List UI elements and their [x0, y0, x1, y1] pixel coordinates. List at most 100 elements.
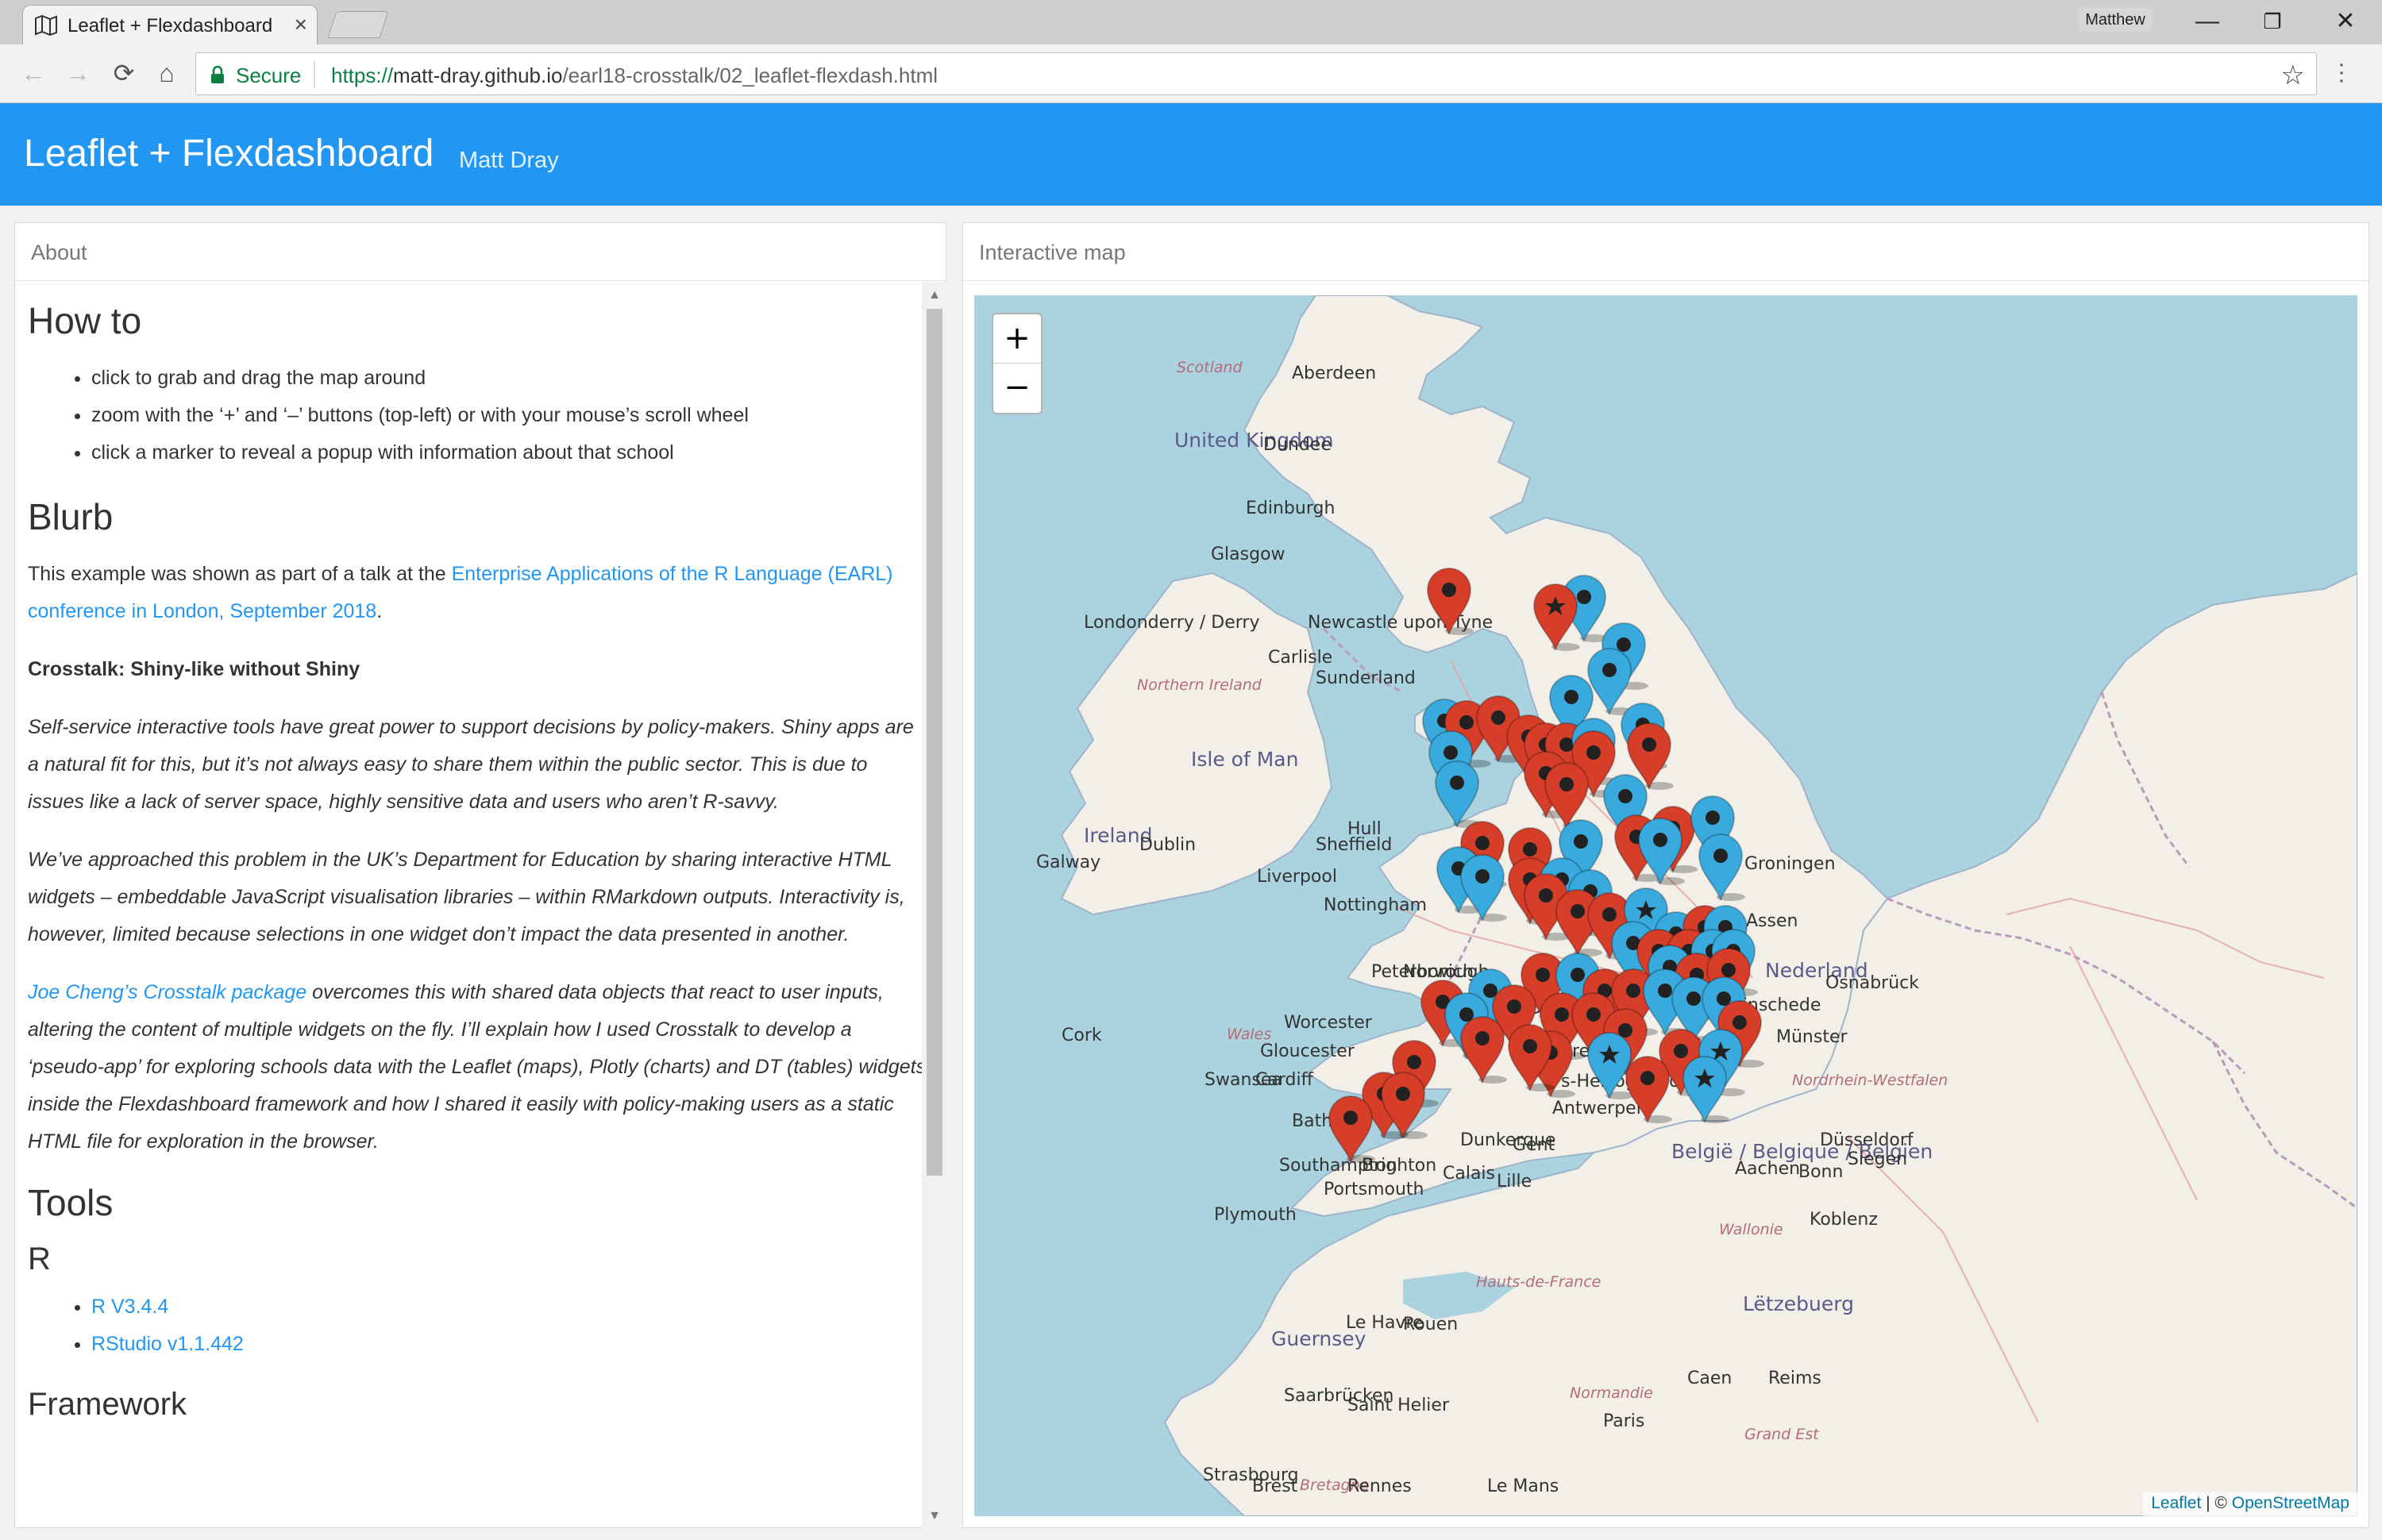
- blurb-heading: Blurb: [28, 496, 114, 537]
- dashboard-author: Matt Dray: [459, 148, 559, 173]
- about-scrollbar[interactable]: ▲ ▼: [922, 282, 947, 1528]
- window-close-icon[interactable]: ✕: [2314, 3, 2377, 40]
- school-marker-blue[interactable]: [1458, 853, 1507, 922]
- map-place-label: Dundee: [1263, 435, 1332, 455]
- home-icon[interactable]: ⌂: [149, 56, 184, 90]
- blurb-paragraph-text: overcomes this with shared data objects …: [28, 981, 927, 1153]
- zoom-out-button[interactable]: −: [993, 364, 1041, 413]
- blurb-intro-text: This example was shown as part of a talk…: [28, 563, 452, 585]
- zoom-in-button[interactable]: +: [993, 314, 1041, 364]
- about-panel: About How to click to grab and drag the …: [14, 222, 947, 1528]
- school-marker-red[interactable]: [1458, 1014, 1507, 1084]
- map-place-label: Edinburgh: [1246, 499, 1336, 518]
- about-panel-title: About: [31, 241, 87, 264]
- url-input[interactable]: Secure https://matt-dray.github.io/earl1…: [195, 52, 2317, 95]
- howto-list: click to grab and drag the map around zo…: [91, 360, 927, 472]
- map-place-label: Hull: [1347, 819, 1382, 839]
- map-place-label: Gloucester: [1260, 1041, 1355, 1061]
- howto-item: click to grab and drag the map around: [91, 360, 927, 397]
- r-heading: R: [28, 1242, 51, 1276]
- framework-heading: Framework: [28, 1387, 187, 1422]
- school-marker-blue[interactable]: [1636, 816, 1685, 886]
- blurb-intro-end: .: [376, 600, 383, 622]
- profile-button[interactable]: Matthew: [2079, 8, 2152, 32]
- blurb-paragraph: Joe Cheng’s Crosstalk package overcomes …: [28, 974, 927, 1161]
- url-host: matt-dray.github.io: [393, 64, 563, 87]
- school-marker-blue[interactable]: [1696, 832, 1745, 902]
- map-place-label: Londonderry / Derry: [1084, 613, 1260, 633]
- about-panel-header: About: [15, 223, 946, 281]
- map-place-label: Bonn: [1798, 1162, 1844, 1182]
- leaflet-map[interactable]: Scotland Aberdeen United Kingdom Dundee Edin…: [974, 295, 2357, 1516]
- map-place-label: Normandie: [1570, 1384, 1653, 1402]
- scroll-down-icon[interactable]: ▼: [927, 1509, 942, 1523]
- map-place-label: Hauts-de-France: [1476, 1273, 1601, 1291]
- back-icon[interactable]: ←: [16, 56, 51, 90]
- school-marker-blue[interactable]: [1432, 759, 1482, 829]
- map-place-label: Rennes: [1347, 1476, 1412, 1496]
- map-place-label: Calais: [1443, 1164, 1496, 1184]
- reload-icon[interactable]: ⟳: [106, 56, 141, 90]
- map-place-label: Glasgow: [1211, 545, 1285, 564]
- map-place-label: Scotland: [1177, 359, 1243, 376]
- map-place-label: Carlisle: [1268, 648, 1333, 668]
- new-tab-button[interactable]: [327, 11, 389, 38]
- map-place-label: Siegen: [1848, 1149, 1908, 1169]
- rstudio-version-link[interactable]: RStudio v1.1.442: [91, 1333, 244, 1355]
- map-place-label: Portsmouth: [1324, 1180, 1424, 1199]
- school-marker-red[interactable]: [1623, 1054, 1672, 1124]
- map-panel-title: Interactive map: [979, 241, 1126, 264]
- restore-icon[interactable]: ❐: [2241, 3, 2304, 40]
- map-place-label: Isle of Man: [1191, 748, 1299, 771]
- talk-subtitle-text: Crosstalk: Shiny-like without Shiny: [28, 658, 360, 680]
- bookmark-star-icon[interactable]: ☆: [2281, 60, 2305, 91]
- crosstalk-link[interactable]: Joe Cheng’s Crosstalk package: [28, 981, 306, 1003]
- dashboard-title[interactable]: Leaflet + Flexdashboard: [24, 132, 434, 175]
- map-place-label: Nordrhein-Westfalen: [1792, 1072, 1948, 1089]
- school-marker-red[interactable]: [1531, 582, 1580, 652]
- map-place-label: Groningen: [1744, 854, 1836, 874]
- tab-strip: Leaflet + Flexdashboard × Matthew — ❐ ✕: [0, 0, 2382, 44]
- map-place-label: Plymouth: [1214, 1205, 1297, 1225]
- blurb-paragraph: Self-service interactive tools have grea…: [28, 716, 914, 813]
- howto-heading: How to: [28, 300, 142, 341]
- school-marker-red[interactable]: [1326, 1094, 1375, 1164]
- map-icon: [35, 15, 57, 36]
- map-place-label: Cardiff: [1255, 1070, 1313, 1090]
- scroll-thumb[interactable]: [927, 309, 942, 1176]
- map-place-label: Aberdeen: [1292, 364, 1377, 383]
- school-marker-blue[interactable]: [1680, 1054, 1729, 1124]
- r-version-link[interactable]: R V3.4.4: [91, 1296, 168, 1318]
- tools-heading: Tools: [28, 1182, 114, 1223]
- scroll-up-icon[interactable]: ▲: [927, 288, 942, 302]
- map-place-label: Northern Ireland: [1137, 676, 1262, 694]
- map-place-label: Wales: [1227, 1026, 1272, 1043]
- attribution-separator: | ©: [2201, 1494, 2232, 1512]
- school-marker-red[interactable]: [1505, 1022, 1555, 1092]
- map-place-label: Nottingham: [1324, 895, 1428, 915]
- tab-title: Leaflet + Flexdashboard: [67, 15, 273, 37]
- school-marker-red[interactable]: [1424, 566, 1474, 636]
- map-place-label: Le Mans: [1487, 1476, 1559, 1496]
- leaflet-link[interactable]: Leaflet: [2151, 1494, 2201, 1512]
- map-place-label: Dublin: [1139, 835, 1197, 855]
- map-place-label: Sunderland: [1316, 668, 1416, 688]
- openstreetmap-link[interactable]: OpenStreetMap: [2232, 1494, 2349, 1512]
- forward-icon[interactable]: →: [60, 56, 95, 90]
- url-text: https://matt-dray.github.io/earl18-cross…: [331, 64, 938, 88]
- secure-label: Secure: [236, 64, 302, 87]
- dashboard-header: Leaflet + Flexdashboard Matt Dray: [0, 103, 2382, 206]
- map-place-label: Paris: [1603, 1411, 1645, 1431]
- minimize-icon[interactable]: —: [2176, 3, 2239, 40]
- browser-menu-icon[interactable]: · · ·: [2338, 52, 2345, 92]
- school-marker-red[interactable]: [1378, 1070, 1428, 1140]
- browser-tab[interactable]: Leaflet + Flexdashboard ×: [22, 5, 318, 44]
- tab-close-icon[interactable]: ×: [295, 12, 307, 37]
- map-place-label: Rouen: [1403, 1315, 1459, 1334]
- map-place-label: Lille: [1497, 1172, 1532, 1192]
- map-place-label: Osnabrück: [1825, 973, 1919, 993]
- about-content[interactable]: How to click to grab and drag the map ar…: [28, 299, 927, 1522]
- lock-icon: [211, 66, 224, 83]
- map-place-label: Grand Est: [1744, 1426, 1819, 1443]
- blurb-paragraph: We’ve approached this problem in the UK’…: [28, 849, 905, 945]
